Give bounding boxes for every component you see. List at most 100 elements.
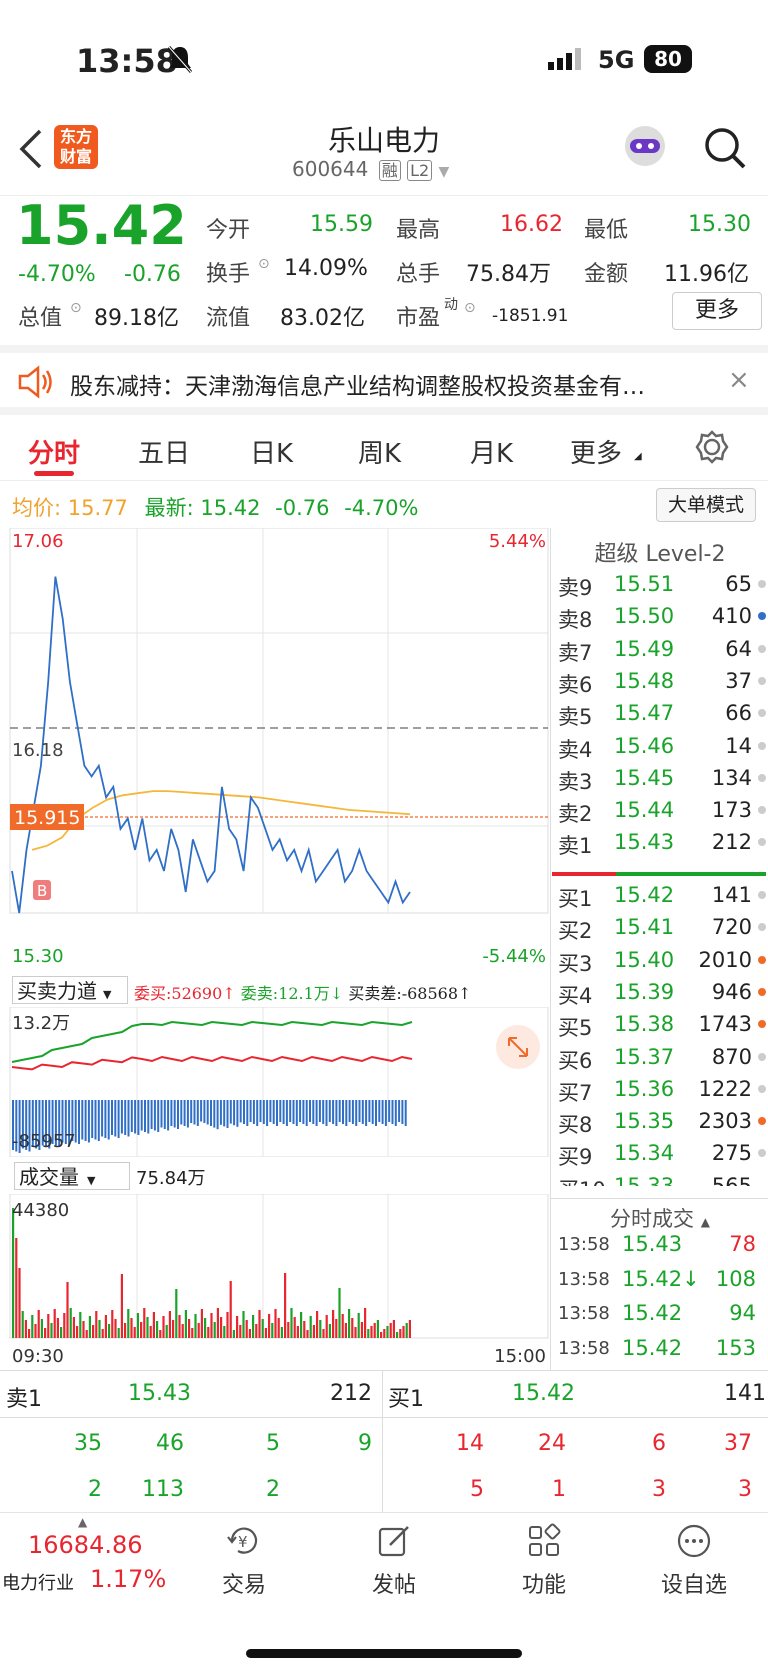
sell-level[interactable]: 卖2 15.44 173 bbox=[558, 798, 766, 830]
force-bar bbox=[285, 1100, 288, 1126]
tab-weekly-k[interactable]: 周K bbox=[358, 433, 401, 470]
turnover-value: 14.09% bbox=[284, 256, 368, 281]
settings-gear-icon[interactable] bbox=[694, 429, 730, 469]
force-bar bbox=[203, 1100, 206, 1123]
more-button[interactable]: 更多 bbox=[672, 292, 762, 330]
index-value[interactable]: 16684.86 bbox=[28, 1531, 143, 1559]
force-bar bbox=[81, 1100, 84, 1140]
level-label: 卖9 bbox=[558, 576, 593, 600]
ref-line-label: 16.18 bbox=[12, 740, 64, 761]
sell-level[interactable]: 卖8 15.50 410 bbox=[558, 604, 766, 636]
level-label: 卖3 bbox=[558, 769, 593, 794]
force-bar bbox=[394, 1100, 397, 1126]
tab-intraday[interactable]: 分时 bbox=[28, 433, 80, 470]
volume-bar bbox=[213, 1322, 216, 1338]
volume-bar bbox=[380, 1332, 383, 1338]
sell-level[interactable]: 卖5 15.47 66 bbox=[558, 701, 766, 733]
big-order-dot-icon bbox=[758, 1020, 766, 1029]
avg-value: 15.77 bbox=[67, 496, 128, 520]
big-order-dot-icon bbox=[758, 955, 766, 964]
buy-level[interactable]: 买10 15.33 565 bbox=[558, 1174, 766, 1186]
tab-monthly-k[interactable]: 月K bbox=[470, 433, 513, 470]
force-bar bbox=[157, 1100, 160, 1132]
buy-level[interactable]: 买6 15.37 870 bbox=[558, 1045, 766, 1077]
volume-bar bbox=[92, 1325, 95, 1338]
ticks-title[interactable]: 分时成交 ▲ bbox=[551, 1203, 768, 1233]
force-chart[interactable]: 13.2万 -85957 bbox=[0, 1007, 552, 1157]
float-value: 83.02亿 bbox=[280, 306, 365, 331]
volume-bar bbox=[245, 1320, 248, 1338]
info-icon[interactable]: ⊙ bbox=[258, 256, 270, 272]
level-volume: 14 bbox=[725, 733, 752, 758]
force-bar bbox=[295, 1100, 298, 1126]
sell-level[interactable]: 卖3 15.45 134 bbox=[558, 766, 766, 798]
force-bar bbox=[190, 1100, 193, 1123]
force-bar bbox=[97, 1100, 100, 1141]
force-bar bbox=[127, 1100, 130, 1137]
volume-chart[interactable]: 44380 09:30 15:00 bbox=[0, 1194, 552, 1369]
force-bar bbox=[292, 1100, 295, 1124]
volume-bar bbox=[104, 1315, 107, 1338]
volume-bar bbox=[402, 1326, 405, 1338]
svg-text:¥: ¥ bbox=[238, 1533, 248, 1551]
force-top-label: 13.2万 bbox=[12, 1013, 70, 1034]
tab-more[interactable]: 更多 bbox=[570, 433, 622, 470]
trade-button[interactable]: ¥ 交易 bbox=[194, 1523, 294, 1599]
force-bar bbox=[137, 1100, 140, 1135]
volume-bar bbox=[376, 1320, 379, 1338]
buy-level[interactable]: 买9 15.34 275 bbox=[558, 1141, 766, 1173]
big-order-mode-button[interactable]: 大单模式 bbox=[656, 488, 756, 522]
force-selector[interactable]: 买卖力道 ▼ bbox=[12, 976, 128, 1004]
volume-bar bbox=[204, 1318, 207, 1338]
tab-active-indicator bbox=[34, 471, 74, 476]
sell-level[interactable]: 卖9 15.51 65 bbox=[558, 572, 766, 604]
buy-level[interactable]: 买8 15.35 2303 bbox=[558, 1109, 766, 1141]
sell-level[interactable]: 卖6 15.48 37 bbox=[558, 669, 766, 701]
tab-five-day[interactable]: 五日 bbox=[138, 433, 190, 470]
level-price: 15.41 bbox=[614, 915, 675, 940]
notice-bar[interactable]: 股东减持：天津渤海信息产业结构调整股权投资基金有… × bbox=[0, 345, 768, 415]
battery-icon: 80 bbox=[644, 45, 692, 73]
volume-bar bbox=[181, 1324, 184, 1338]
force-bar bbox=[177, 1100, 179, 1129]
force-bar bbox=[338, 1100, 341, 1122]
queue-cell: 9 bbox=[358, 1431, 372, 1456]
force-bar bbox=[345, 1100, 348, 1126]
force-bar bbox=[150, 1100, 153, 1129]
mute-icon bbox=[166, 44, 194, 78]
buy-level[interactable]: 买3 15.40 2010 bbox=[558, 948, 766, 980]
level2-title[interactable]: 超级 Level-2 bbox=[551, 536, 768, 568]
buy-level[interactable]: 买5 15.38 1743 bbox=[558, 1012, 766, 1044]
info-icon[interactable]: ⊙ bbox=[70, 300, 82, 316]
robot-avatar-icon[interactable] bbox=[622, 123, 668, 173]
index-name[interactable]: 电力行业 bbox=[2, 1569, 74, 1595]
force-bar bbox=[196, 1100, 199, 1126]
latest-pct: -4.70% bbox=[344, 496, 419, 520]
buy-level[interactable]: 买7 15.36 1222 bbox=[558, 1077, 766, 1109]
volume-bar bbox=[44, 1328, 47, 1338]
post-button[interactable]: 发帖 bbox=[344, 1523, 444, 1599]
buy-level[interactable]: 买1 15.42 141 bbox=[558, 883, 766, 915]
stock-code-row[interactable]: 600644 融 L2 ▼ bbox=[292, 157, 449, 181]
info-icon[interactable]: ⊙ bbox=[464, 300, 476, 316]
sell-level[interactable]: 卖7 15.49 64 bbox=[558, 637, 766, 669]
force-bar bbox=[252, 1100, 255, 1124]
ticks-title-text: 分时成交 bbox=[610, 1207, 695, 1231]
close-icon[interactable]: × bbox=[728, 365, 750, 395]
index-pct[interactable]: 1.17% bbox=[90, 1565, 166, 1593]
level-price: 15.44 bbox=[614, 798, 675, 823]
function-button[interactable]: 功能 bbox=[494, 1523, 594, 1599]
volume-bar bbox=[111, 1310, 114, 1338]
tab-daily-k[interactable]: 日K bbox=[250, 433, 293, 470]
buy-level[interactable]: 买2 15.41 720 bbox=[558, 915, 766, 947]
volume-selector[interactable]: 成交量 ▼ bbox=[14, 1162, 130, 1190]
sell-level[interactable]: 卖1 15.43 212 bbox=[558, 830, 766, 862]
status-bar: 13:58 5G 80 bbox=[0, 0, 768, 115]
tick-price: 15.42 bbox=[622, 1335, 683, 1360]
intraday-chart[interactable]: 17.06 5.44% 16.18 15.30 -5.44% 15.915 B bbox=[0, 528, 552, 973]
buy-level[interactable]: 买4 15.39 946 bbox=[558, 980, 766, 1012]
volume-bar bbox=[296, 1326, 299, 1338]
sell-level[interactable]: 卖4 15.46 14 bbox=[558, 734, 766, 766]
add-watchlist-button[interactable]: 设自选 bbox=[644, 1523, 744, 1599]
search-icon[interactable] bbox=[704, 127, 748, 175]
